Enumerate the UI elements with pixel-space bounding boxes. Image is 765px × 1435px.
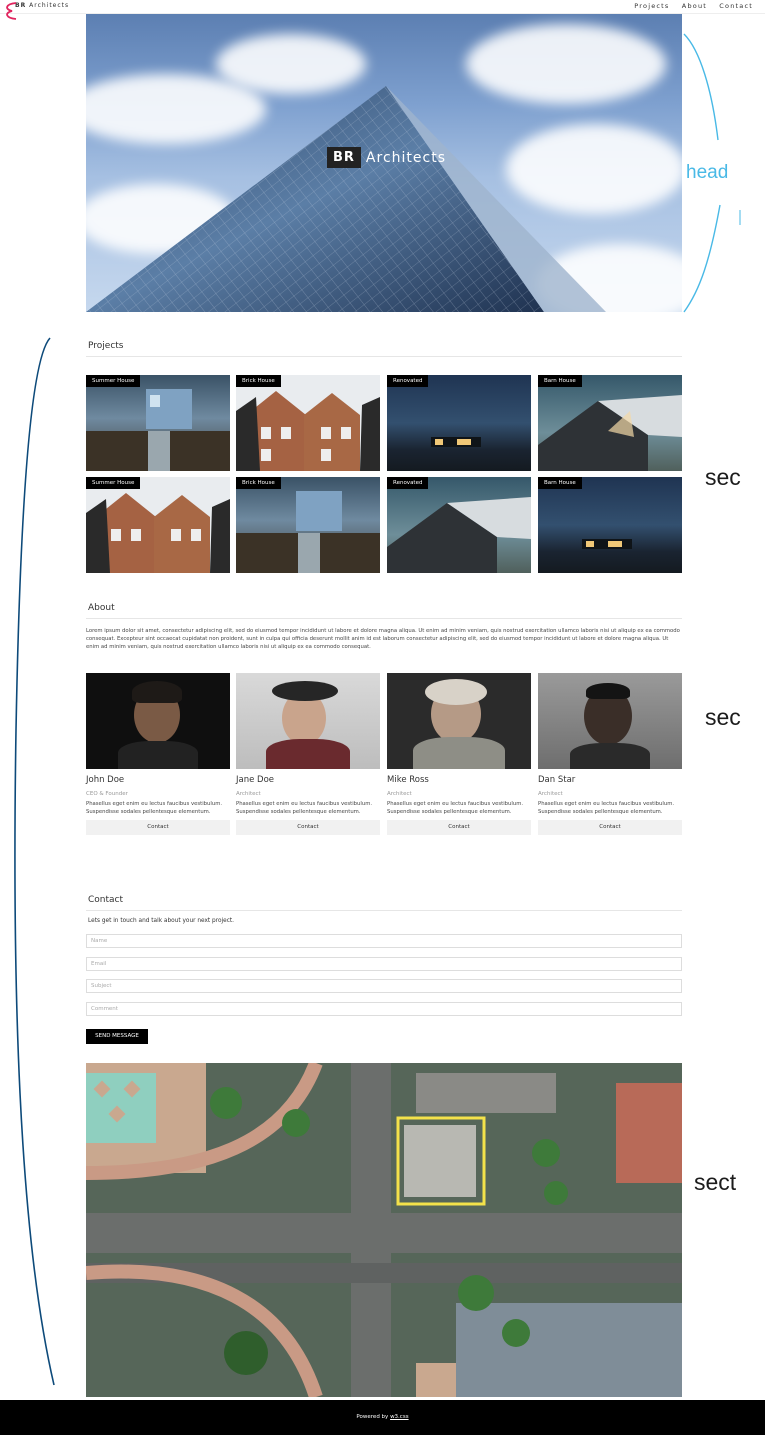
project-tile-barn-house-2[interactable]: Barn House [538,477,682,573]
contact-button[interactable]: Contact [86,820,230,835]
team-member-role: Architect [236,791,261,797]
brand-name: Architects [29,2,70,9]
project-tile-brick-house[interactable]: Brick House [236,375,380,471]
hero-image: BR Architects [86,14,682,312]
nav-menu: Projects About Contact [625,2,753,10]
project-tile-label: Brick House [236,477,281,489]
team-member-role: Architect [387,791,412,797]
projects-heading: Projects [88,341,124,351]
nav-link-contact[interactable]: Contact [719,2,753,10]
team-card-mike-ross: Mike Ross Architect Phasellus eget enim … [387,673,531,835]
footer: Powered by w3.css [0,1400,765,1435]
project-tile-barn-house[interactable]: Barn House [538,375,682,471]
project-tile-label: Barn House [538,375,582,387]
section-annotation-1: sec [705,464,741,490]
team-card-jane-doe: Jane Doe Architect Phasellus eget enim e… [236,673,380,835]
section-annotation-2: sec [705,704,741,730]
email-field[interactable]: Email [86,957,682,971]
portrait-jane-doe [236,673,380,769]
team-member-role: CEO & Founder [86,791,128,797]
team-member-role: Architect [538,791,563,797]
project-tile-label: Renovated [387,477,429,489]
contact-heading: Contact [88,895,124,905]
team-member-description: Phasellus eget enim eu lectus faucibus v… [387,801,524,815]
contact-intro: Lets get in touch and talk about your ne… [88,918,234,924]
project-tile-renovated-2[interactable]: Renovated [387,477,531,573]
about-paragraph: Lorem ipsum dolor sit amet, consectetur … [86,628,680,650]
contact-button[interactable]: Contact [236,820,380,835]
name-field[interactable]: Name [86,934,682,948]
about-divider [86,618,682,619]
hero-logo: BR Architects [327,147,446,168]
corner-scribble [6,2,17,20]
team-member-name: Dan Star [538,775,576,785]
project-tile-label: Summer House [86,375,141,387]
hero-logo-initials: BR [327,147,361,168]
sections-annotation-bracket [14,337,55,1386]
team-member-description: Phasellus eget enim eu lectus faucibus v… [538,801,675,815]
team-member-description: Phasellus eget enim eu lectus faucibus v… [86,801,223,815]
project-tile-label: Renovated [387,375,429,387]
hero-logo-name: Architects [365,149,446,166]
footer-link[interactable]: w3.css [390,1414,409,1420]
about-heading: About [88,603,115,613]
project-tile-renovated[interactable]: Renovated [387,375,531,471]
team-card-dan-star: Dan Star Architect Phasellus eget enim e… [538,673,682,835]
project-tile-summer-house[interactable]: Summer House [86,375,230,471]
contact-divider [86,910,682,911]
portrait-mike-ross [387,673,531,769]
team-member-name: John Doe [86,775,125,785]
send-message-button[interactable]: SEND MESSAGE [86,1029,148,1044]
comment-field[interactable]: Comment [86,1002,682,1016]
section-annotation-3: sect [694,1169,737,1195]
nav-link-about[interactable]: About [682,2,707,10]
footer-text: Powered by [356,1414,389,1420]
portrait-dan-star [538,673,682,769]
aerial-city-image [86,1063,682,1397]
team-member-description: Phasellus eget enim eu lectus faucibus v… [236,801,373,815]
team-member-name: Mike Ross [387,775,429,785]
projects-divider [86,356,682,357]
contact-button[interactable]: Contact [538,820,682,835]
top-navbar: BR Architects Projects About Contact [0,0,765,14]
project-tile-brick-house-2[interactable]: Brick House [236,477,380,573]
nav-link-projects[interactable]: Projects [634,2,669,10]
project-tile-label: Barn House [538,477,582,489]
subject-field[interactable]: Subject [86,979,682,993]
team-member-name: Jane Doe [236,775,275,785]
team-card-john-doe: John Doe CEO & Founder Phasellus eget en… [86,673,230,835]
project-tile-label: Brick House [236,375,281,387]
portrait-john-doe [86,673,230,769]
brand-logo[interactable]: BR Architects [15,2,69,9]
contact-button[interactable]: Contact [387,820,531,835]
project-tile-summer-house-2[interactable]: Summer House [86,477,230,573]
project-tile-label: Summer House [86,477,141,489]
header-annotation-label: head [686,162,729,183]
